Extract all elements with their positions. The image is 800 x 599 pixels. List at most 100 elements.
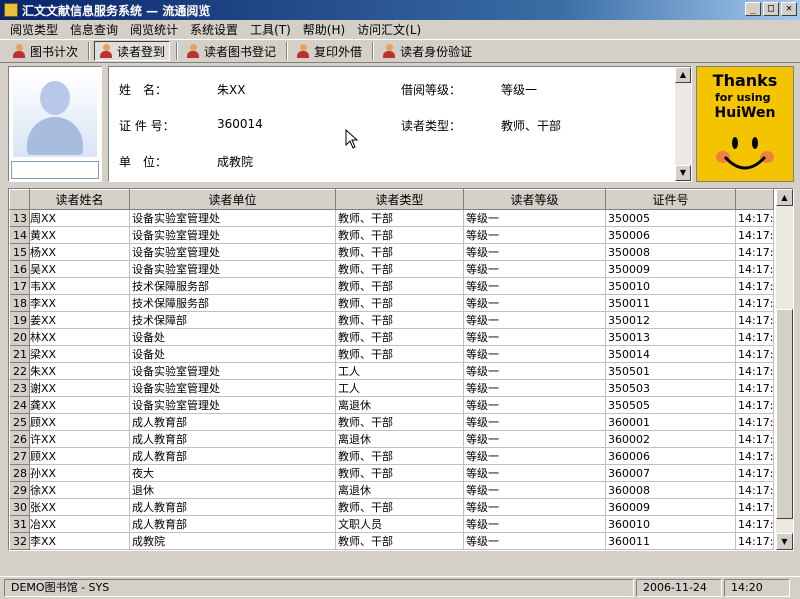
cell-name: 朱XX: [29, 362, 130, 380]
cell-level: 等级一: [463, 430, 606, 448]
cell-type: 教师、干部: [335, 243, 464, 261]
row-number: 20: [9, 328, 30, 346]
cell-id: 350014: [605, 345, 736, 363]
menu-settings[interactable]: 系统设置: [184, 21, 244, 38]
cell-level: 等级一: [463, 515, 606, 533]
toolbar-separator: [88, 42, 91, 60]
column-header-unit[interactable]: 读者单位: [129, 189, 336, 210]
column-header-id[interactable]: 证件号: [605, 189, 736, 210]
table-row[interactable]: 22 朱XX 设备实验室管理处 工人 等级一 350501 14:17:: [9, 362, 774, 380]
cell-name: 张XX: [29, 498, 130, 516]
name-value: 朱XX: [217, 83, 246, 97]
info-scrollbar[interactable]: ▲ ▼: [675, 67, 691, 181]
cell-name: 李XX: [29, 532, 130, 550]
cell-id: 360008: [605, 481, 736, 499]
cell-time: 14:17:: [735, 430, 774, 448]
avatar-placeholder-icon: [13, 71, 97, 157]
cell-level: 等级一: [463, 447, 606, 465]
window-controls: _ □ ✕: [745, 2, 797, 16]
table-row[interactable]: 18 李XX 技术保障服务部 教师、干部 等级一 350011 14:17:: [9, 294, 774, 312]
maximize-button[interactable]: □: [763, 2, 779, 16]
cell-unit: 设备处: [129, 345, 336, 363]
reader-id-verify-button[interactable]: 读者身份验证: [378, 41, 476, 61]
cell-unit: 设备处: [129, 328, 336, 346]
cell-id: 360012: [605, 549, 736, 550]
menu-browse-type[interactable]: 阅览类型: [4, 21, 64, 38]
reader-book-register-button[interactable]: 读者图书登记: [182, 41, 280, 61]
table-row[interactable]: 33陈XX 教师、干部等级一36001214:17:: [9, 549, 774, 550]
cell-id: 350505: [605, 396, 736, 414]
reader-checkin-button[interactable]: 读者登到: [94, 41, 171, 61]
cell-type: 教师、干部: [335, 294, 464, 312]
status-date: 2006-11-24: [636, 579, 722, 597]
scroll-down-arrow-icon[interactable]: ▼: [675, 165, 691, 181]
menu-info-query[interactable]: 信息查询: [64, 21, 124, 38]
table-row[interactable]: 29 徐XX 退休 离退休 等级一 360008 14:17:: [9, 481, 774, 499]
row-number: 19: [9, 311, 30, 329]
table-row[interactable]: 24 龚XX 设备实验室管理处 离退休 等级一 350505 14:17:: [9, 396, 774, 414]
cell-name: 韦XX: [29, 277, 130, 295]
table-row[interactable]: 30 张XX 成人教育部 教师、干部 等级一 360009 14:17:: [9, 498, 774, 516]
column-header-level[interactable]: 读者等级: [463, 189, 606, 210]
cell-id: 350006: [605, 226, 736, 244]
menu-help[interactable]: 帮助(H): [297, 21, 351, 38]
table-row[interactable]: 15 杨XX 设备实验室管理处 教师、干部 等级一 350008 14:17:: [9, 243, 774, 261]
column-header-type[interactable]: 读者类型: [335, 189, 464, 210]
book-count-button[interactable]: 图书计次: [8, 41, 82, 61]
cell-type: 工人: [335, 362, 464, 380]
cell-time: 14:17:: [735, 464, 774, 482]
menu-statistics[interactable]: 阅览统计: [124, 21, 184, 38]
cell-time: 14:17:: [735, 549, 774, 550]
cell-unit: 退休: [129, 481, 336, 499]
table-row[interactable]: 19 姜XX 技术保障部 教师、干部 等级一 350012 14:17:: [9, 311, 774, 329]
table-row[interactable]: 20 林XX 设备处 教师、干部 等级一 350013 14:17:: [9, 328, 774, 346]
table-row[interactable]: 23 谢XX 设备实验室管理处 工人 等级一 350503 14:17:: [9, 379, 774, 397]
column-header-time[interactable]: [735, 189, 774, 210]
type-value: 教师、干部: [501, 119, 562, 133]
unit-value: 成教院: [217, 155, 254, 169]
table-row[interactable]: 13 周XX 设备实验室管理处 教师、干部 等级一 350005 14:17:: [9, 209, 774, 227]
table-row[interactable]: 26 许XX 成人教育部 离退休 等级一 360002 14:17:: [9, 430, 774, 448]
table-row[interactable]: 31 冶XX 成人教育部 文职人员 等级一 360010 14:17:: [9, 515, 774, 533]
row-number: 25: [9, 413, 30, 431]
cell-unit: 设备实验室管理处: [129, 243, 336, 261]
mouse-cursor-icon: [345, 129, 359, 149]
cell-time: 14:17:: [735, 294, 774, 312]
menu-tools[interactable]: 工具(T): [244, 21, 297, 38]
toolbar-separator: [372, 42, 375, 60]
reader-photo: [8, 66, 102, 182]
cell-time: 14:17:: [735, 498, 774, 516]
cell-level: 等级一: [463, 260, 606, 278]
table-row[interactable]: 21 梁XX 设备处 教师、干部 等级一 350014 14:17:: [9, 345, 774, 363]
photo-caption-field[interactable]: [11, 161, 99, 179]
column-header-name[interactable]: 读者姓名: [29, 189, 130, 210]
menu-bar: 阅览类型 信息查询 阅览统计 系统设置 工具(T) 帮助(H) 访问汇文(L): [0, 20, 800, 39]
table-row[interactable]: 16 吴XX 设备实验室管理处 教师、干部 等级一 350009 14:17:: [9, 260, 774, 278]
table-row[interactable]: 25 顾XX 成人教育部 教师、干部 等级一 360001 14:17:: [9, 413, 774, 431]
scroll-thumb[interactable]: [776, 309, 793, 519]
table-row[interactable]: 17 韦XX 技术保障服务部 教师、干部 等级一 350010 14:17:: [9, 277, 774, 295]
cell-type: 教师、干部: [335, 311, 464, 329]
row-number: 28: [9, 464, 30, 482]
cell-unit: 设备实验室管理处: [129, 396, 336, 414]
table-scrollbar[interactable]: ▲ ▼: [776, 189, 793, 550]
table-row[interactable]: 32 李XX 成教院 教师、干部 等级一 360011 14:17:: [9, 532, 774, 550]
cell-time: 14:17:: [735, 379, 774, 397]
cell-time: 14:17:: [735, 447, 774, 465]
table-row[interactable]: 28 孙XX 夜大 教师、干部 等级一 360007 14:17:: [9, 464, 774, 482]
table-row[interactable]: 27 顾XX 成人教育部 教师、干部 等级一 360006 14:17:: [9, 447, 774, 465]
copy-lend-button[interactable]: 复印外借: [292, 41, 366, 61]
scroll-down-arrow-icon[interactable]: ▼: [776, 533, 793, 550]
close-button[interactable]: ✕: [781, 2, 797, 16]
row-number: 16: [9, 260, 30, 278]
scroll-up-arrow-icon[interactable]: ▲: [675, 67, 691, 83]
scroll-up-arrow-icon[interactable]: ▲: [776, 189, 793, 206]
table-row[interactable]: 14 黄XX 设备实验室管理处 教师、干部 等级一 350006 14:17:: [9, 226, 774, 244]
cell-name: 梁XX: [29, 345, 130, 363]
cell-level: 等级一: [463, 277, 606, 295]
menu-visit-huiwen[interactable]: 访问汇文(L): [351, 21, 427, 38]
cell-id: 350008: [605, 243, 736, 261]
cell-name: 吴XX: [29, 260, 130, 278]
minimize-button[interactable]: _: [745, 2, 761, 16]
cell-id: 350011: [605, 294, 736, 312]
